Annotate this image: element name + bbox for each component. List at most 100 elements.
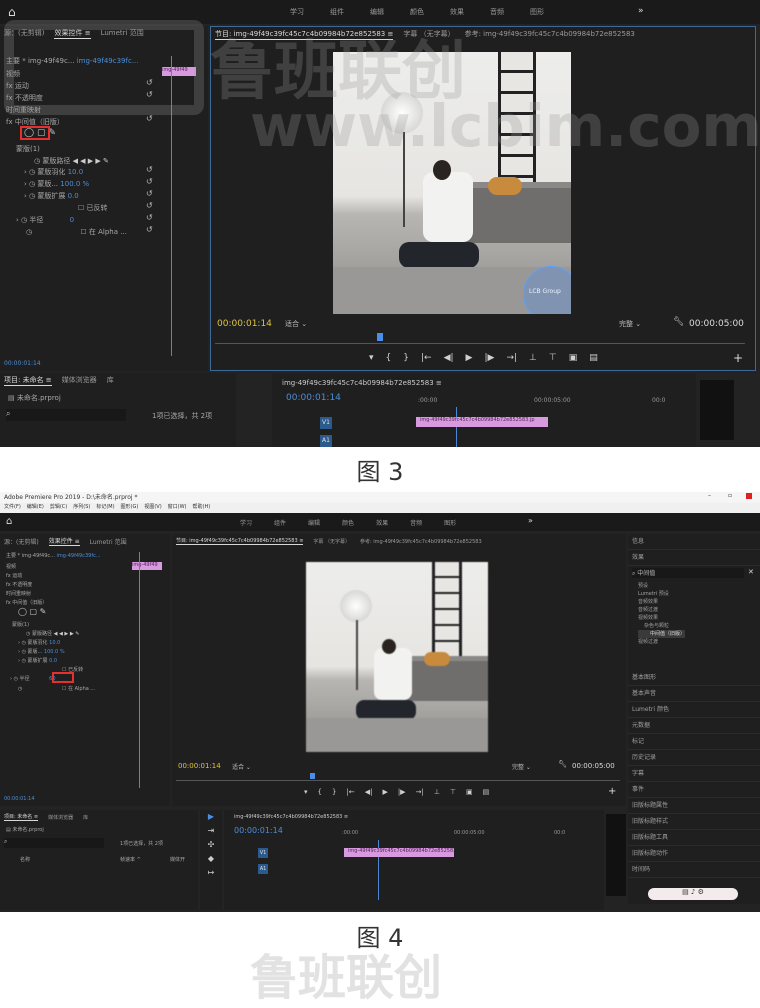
reset-icon[interactable]: ↺ xyxy=(146,201,153,210)
panel-lumetri-color[interactable]: Lumetri 颜色 xyxy=(628,702,760,718)
menu-sequence[interactable]: 序列(S) xyxy=(73,503,90,513)
step-forward-icon[interactable]: |▶ xyxy=(398,788,406,796)
workspace-tab[interactable]: 编辑 xyxy=(370,7,384,17)
workspace-tab[interactable]: 图形 xyxy=(530,7,544,17)
mask-path[interactable]: ◷ 蒙版路径 ◀ ◀ ▶ ▶ ✎ xyxy=(34,156,109,166)
reset-icon[interactable]: ↺ xyxy=(146,225,153,234)
camera-icon[interactable]: ▣ xyxy=(466,788,473,796)
tab-project[interactable]: 项目: 未命名 ≡ xyxy=(4,813,39,821)
razor-icon[interactable]: ◆ xyxy=(200,852,222,866)
panel-essential-sound[interactable]: 基本声音 xyxy=(628,686,760,702)
workspace-tab[interactable]: 颜色 xyxy=(410,7,424,17)
radius-row[interactable]: › ◷ 半径 0 xyxy=(16,215,74,225)
reset-icon[interactable]: ↺ xyxy=(146,213,153,222)
tab-caption[interactable]: 字幕 （无字幕） xyxy=(313,538,350,545)
panel-timecode[interactable]: 时间码 xyxy=(628,862,760,878)
slip-icon[interactable]: ↦ xyxy=(200,866,222,880)
tree-video-transitions[interactable]: 视频过渡 xyxy=(638,638,685,646)
in-point-icon[interactable]: { xyxy=(318,788,322,796)
mask-path[interactable]: ◷ 蒙版路径 ◀ ◀ ▶ ▶ ✎ xyxy=(26,630,80,637)
camera-icon[interactable]: ▣ xyxy=(569,353,578,363)
mask-label[interactable]: 蒙版(1) xyxy=(16,144,40,154)
track-select-icon[interactable]: ⇥ xyxy=(200,824,222,838)
panel-history[interactable]: 历史记录 xyxy=(628,750,760,766)
menu-marker[interactable]: 标记(M) xyxy=(96,503,114,513)
panel-essential-graphics[interactable]: 基本图形 xyxy=(628,670,760,686)
play-icon[interactable]: ▶ xyxy=(466,353,473,363)
mask-feather[interactable]: › ◷ 蒙版羽化 10.0 xyxy=(18,639,60,646)
minimize-icon[interactable]: – xyxy=(708,492,711,499)
alpha-checkbox[interactable]: ◷ ☐ 在 Alpha ... xyxy=(18,685,95,692)
tree-audio-effects[interactable]: 音频效果 xyxy=(638,598,685,606)
goto-out-icon[interactable]: →| xyxy=(506,353,517,363)
goto-in-icon[interactable]: |← xyxy=(421,353,432,363)
extract-icon[interactable]: ⊤ xyxy=(549,353,557,363)
play-icon[interactable]: ▶ xyxy=(382,788,387,796)
mask-opacity[interactable]: › ◷ 蒙版... 100.0 % xyxy=(24,179,89,189)
panel-legacy-title-actions[interactable]: 旧版标题动作 xyxy=(628,846,760,862)
project-search[interactable]: ⌕ xyxy=(6,409,126,421)
clear-search-icon[interactable]: ✕ xyxy=(748,568,754,576)
workspace-tab[interactable]: 效果 xyxy=(376,518,388,527)
playhead-marker[interactable] xyxy=(310,773,315,779)
tab-lumetri-scope[interactable]: Lumetri 范围 xyxy=(90,537,127,546)
scrub-bar[interactable] xyxy=(176,780,620,781)
menu-window[interactable]: 窗口(W) xyxy=(168,503,187,513)
menu-graphics[interactable]: 图形(G) xyxy=(121,503,139,513)
program-timecode[interactable]: 00:00:01:14 xyxy=(178,762,221,770)
selection-tool-icon[interactable]: ▶ xyxy=(200,810,222,824)
out-point-icon[interactable]: } xyxy=(403,353,409,363)
tab-effect-controls[interactable]: 效果控件 ≡ xyxy=(48,536,80,546)
panel-events[interactable]: 事件 xyxy=(628,782,760,798)
rect-mask-icon[interactable]: ▢ xyxy=(30,607,38,616)
overflow-icon[interactable]: » xyxy=(638,6,644,16)
track-a1[interactable]: A1 xyxy=(258,864,268,874)
wrench-icon[interactable]: 🔧︎ xyxy=(673,317,684,327)
tab-media-browser[interactable]: 媒体浏览器 xyxy=(62,375,97,385)
info-panel[interactable]: 信息 xyxy=(628,534,760,550)
menu-help[interactable]: 帮助(H) xyxy=(193,503,211,513)
tab-library[interactable]: 库 xyxy=(83,814,88,821)
effect-time-remap[interactable]: 时间重映射 xyxy=(6,590,31,597)
effect-motion[interactable]: fx 运动 xyxy=(6,572,22,579)
workspace-tab[interactable]: 学习 xyxy=(240,518,252,527)
tree-audio-transitions[interactable]: 音频过渡 xyxy=(638,606,685,614)
tree-median-legacy[interactable]: 中间值（旧版） xyxy=(638,630,686,638)
program-timecode[interactable]: 00:00:01:14 xyxy=(217,319,272,329)
workspace-tab[interactable]: 组件 xyxy=(330,7,344,17)
inverted-checkbox[interactable]: ☐ 已反转 xyxy=(78,203,108,213)
sequence-tab[interactable]: img-49f49c39fc45c7c4b09984b72e852583 ≡ xyxy=(282,379,442,387)
track-v1[interactable]: V1 xyxy=(320,417,332,429)
col-frame-rate[interactable]: 帧速率 ^ xyxy=(120,856,141,863)
panel-legacy-title-tools[interactable]: 旧版标题工具 xyxy=(628,830,760,846)
tab-reference[interactable]: 参考: img-49f49c39fc45c7c4b09984b72e852583 xyxy=(465,29,635,39)
marker-icon[interactable]: ▾ xyxy=(369,353,374,363)
effect-opacity[interactable]: fx 不透明度 xyxy=(6,581,32,588)
goto-out-icon[interactable]: →| xyxy=(416,788,424,796)
reset-icon[interactable]: ↺ xyxy=(146,165,153,174)
tree-presets[interactable]: 预设 xyxy=(638,582,685,590)
restore-icon[interactable]: ▫ xyxy=(728,492,732,499)
timeline-clip[interactable]: img-49f49c39fc45c7c4b09984b72e852583.jp xyxy=(416,417,548,427)
radius-row[interactable]: › ◷ 半径 60 xyxy=(10,675,56,682)
goto-in-icon[interactable]: |← xyxy=(346,788,354,796)
fit-dropdown[interactable]: 适合 ⌄ xyxy=(232,762,251,771)
col-name[interactable]: 名称 xyxy=(20,856,30,863)
panel-captions[interactable]: 字幕 xyxy=(628,766,760,782)
marker-icon[interactable]: ▾ xyxy=(304,788,308,796)
lift-icon[interactable]: ⊥ xyxy=(529,353,537,363)
step-back-icon[interactable]: ◀| xyxy=(444,353,454,363)
mask-label[interactable]: 蒙版(1) xyxy=(12,621,29,628)
tab-project[interactable]: 项目: 未命名 ≡ xyxy=(4,375,52,386)
alpha-checkbox[interactable]: ◷ ☐ 在 Alpha ... xyxy=(26,227,127,237)
home-icon[interactable]: ⌂ xyxy=(6,516,12,527)
compare-icon[interactable]: ▤ xyxy=(589,353,598,363)
mask-opacity[interactable]: › ◷ 蒙版... 100.0 % xyxy=(18,648,65,655)
add-button-icon[interactable]: + xyxy=(733,351,743,365)
quality-dropdown[interactable]: 完整 ⌄ xyxy=(619,319,641,329)
effect-median[interactable]: fx 中间值（旧版） xyxy=(6,599,47,606)
extract-icon[interactable]: ⊤ xyxy=(450,788,456,796)
quality-dropdown[interactable]: 完整 ⌄ xyxy=(512,762,531,771)
overflow-icon[interactable]: » xyxy=(528,516,533,525)
tab-program[interactable]: 节目: img-49f49c39fc45c7c4b09984b72e852583… xyxy=(176,537,304,545)
